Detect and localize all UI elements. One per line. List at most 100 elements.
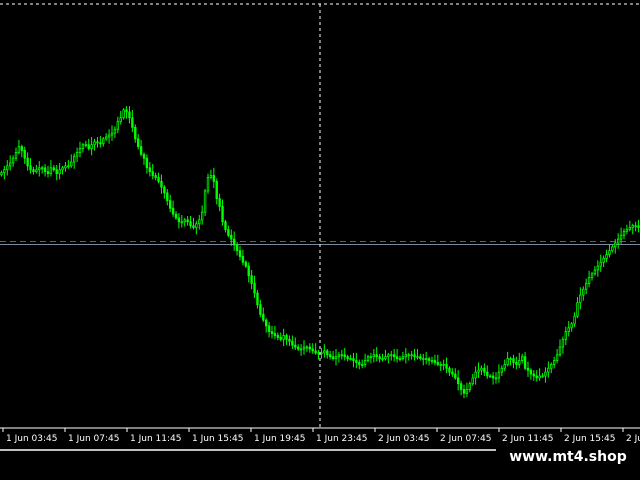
candle-body: [544, 371, 547, 377]
candle-body: [96, 141, 99, 144]
candle-body: [279, 337, 282, 340]
candle-body: [102, 138, 105, 145]
time-tick-label: 2 Jun 03:45: [378, 434, 429, 444]
candle-body: [282, 335, 285, 340]
candle-body: [70, 161, 73, 167]
time-tick-label: 1 Jun 19:45: [254, 434, 305, 444]
candle-body: [224, 221, 227, 230]
candle-body: [104, 136, 108, 140]
time-tick-label: 1 Jun 03:45: [6, 434, 57, 444]
candle-body: [436, 362, 440, 365]
candle-body: [218, 198, 221, 207]
candle-body: [43, 167, 47, 173]
candle-body: [145, 157, 149, 169]
candle-body: [596, 265, 600, 271]
candle-body: [459, 383, 463, 390]
candle-body: [131, 117, 134, 128]
candle-body: [314, 350, 317, 354]
candle-body: [349, 358, 352, 361]
candle-body: [555, 354, 559, 361]
candle-body: [6, 165, 9, 171]
candle-body: [424, 358, 428, 361]
candle-body: [634, 225, 637, 228]
candle-body: [291, 340, 294, 346]
time-tick-label: 1 Jun 07:45: [68, 434, 119, 444]
candle-body: [587, 277, 591, 284]
candle-body: [171, 207, 175, 215]
candle-body: [392, 354, 396, 358]
candle-body: [192, 225, 195, 228]
candle-body: [390, 354, 393, 357]
candle-body: [328, 354, 332, 358]
candle-body: [471, 377, 474, 385]
candle-body: [491, 375, 495, 379]
candle-body: [253, 283, 256, 294]
candle-body: [99, 142, 102, 145]
candle-body: [619, 234, 623, 240]
candle-body: [212, 175, 216, 182]
candle-body: [398, 358, 402, 361]
candle-body: [230, 234, 233, 240]
candle-body: [168, 200, 172, 209]
candle-body: [262, 313, 265, 321]
candle-body: [136, 138, 140, 148]
candle-body: [186, 219, 189, 223]
candle-body: [520, 356, 524, 361]
candle-body: [343, 354, 346, 358]
candle-body: [614, 242, 617, 248]
candle-body: [87, 144, 90, 149]
candle-body: [107, 134, 111, 138]
candle-body: [221, 205, 224, 223]
candle-body: [296, 346, 300, 350]
candle-body: [72, 155, 76, 163]
candle-body: [456, 377, 460, 385]
candle-body: [477, 369, 480, 373]
candle-body: [308, 346, 312, 350]
candle-body: [381, 358, 384, 361]
candle-body: [151, 171, 154, 176]
candle-body: [125, 109, 128, 113]
candle-body: [323, 350, 326, 354]
candle-body: [503, 363, 506, 369]
candle-body: [590, 273, 594, 279]
candle-body: [180, 221, 184, 224]
candle-body: [67, 165, 70, 168]
candle-body: [326, 350, 329, 356]
candle-body: [430, 360, 434, 362]
candle-body: [372, 354, 376, 358]
candle-body: [276, 335, 280, 338]
candle-body: [387, 354, 390, 358]
candle-body: [317, 352, 320, 355]
candle-body: [26, 157, 29, 167]
candle-body: [532, 373, 536, 377]
candle-body: [110, 132, 114, 136]
candle-body: [264, 319, 268, 327]
candle-body: [378, 356, 381, 360]
candle-body: [611, 246, 614, 252]
candle-body: [582, 288, 585, 296]
candle-body: [14, 151, 18, 159]
candle-body: [474, 371, 477, 379]
candle-body: [139, 146, 143, 155]
candle-body: [203, 190, 207, 213]
candle-body: [573, 315, 576, 325]
candle-body: [608, 250, 611, 255]
candle-body: [567, 327, 570, 333]
candle-body: [267, 325, 271, 333]
price-chart[interactable]: 1 Jun 03:45 1 Jun 07:45 1 Jun 11:45 1 Jun 1…: [0, 0, 640, 480]
candle-body: [363, 360, 367, 365]
candle-body: [32, 169, 35, 173]
candle-body: [0, 172, 3, 175]
candle-body: [305, 346, 309, 349]
candle-body: [427, 358, 431, 361]
candle-body: [512, 358, 515, 363]
candle-body: [55, 169, 58, 174]
candle-body: [526, 367, 530, 371]
candle-body: [195, 223, 198, 228]
candle-body: [20, 146, 24, 151]
candle-body: [448, 367, 451, 373]
candle-body: [238, 250, 242, 257]
candle-body: [337, 354, 341, 358]
candle-body: [416, 356, 419, 359]
candle-body: [17, 146, 21, 153]
